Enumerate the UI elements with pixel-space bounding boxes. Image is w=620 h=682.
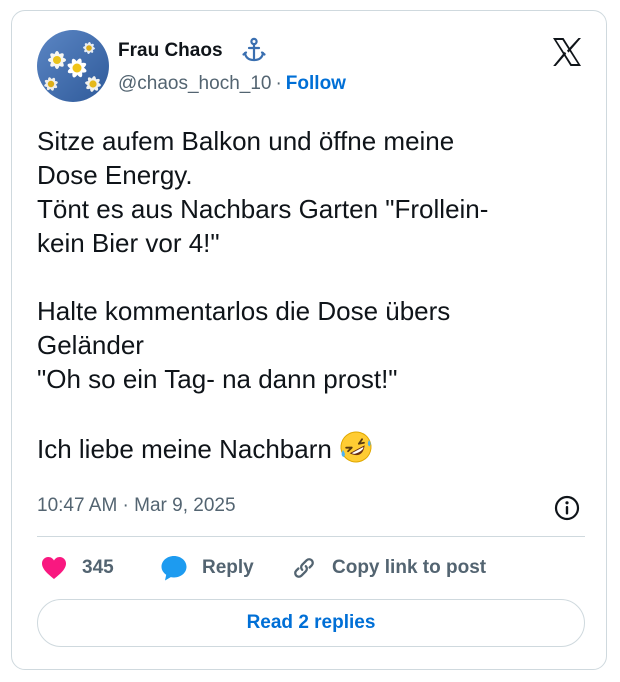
display-name[interactable]: Frau Chaos bbox=[118, 39, 223, 63]
x-logo-icon[interactable] bbox=[550, 35, 584, 69]
separator: · bbox=[275, 73, 282, 94]
tweet-text: Sitze aufem Balkon und öffne meine Dose … bbox=[37, 124, 582, 466]
handle[interactable]: @chaos_hoch_10 bbox=[118, 73, 271, 94]
like-count: 345 bbox=[82, 557, 114, 578]
read-replies-button[interactable]: Read 2 replies bbox=[37, 599, 585, 647]
handle-row: @chaos_hoch_10 · Follow bbox=[118, 72, 346, 96]
tweet-body: Sitze aufem Balkon und öffne meine Dose … bbox=[37, 126, 489, 464]
anchor-icon bbox=[242, 37, 266, 62]
info-icon[interactable] bbox=[553, 494, 581, 522]
heart-icon bbox=[42, 557, 66, 579]
timestamp[interactable]: 10:47 AM · Mar 9, 2025 bbox=[37, 494, 236, 518]
link-icon bbox=[294, 558, 314, 578]
avatar[interactable] bbox=[37, 30, 109, 102]
like-button[interactable]: 345 bbox=[40, 553, 114, 583]
reply-label: Reply bbox=[202, 557, 254, 578]
speech-bubble-icon bbox=[161, 556, 187, 581]
copy-link-button[interactable]: Copy link to post bbox=[290, 553, 486, 583]
rolling-on-the-floor-laughing-emoji-icon bbox=[340, 431, 372, 463]
reply-button[interactable]: Reply bbox=[160, 553, 254, 583]
copy-link-label: Copy link to post bbox=[332, 557, 487, 578]
divider bbox=[37, 536, 585, 537]
follow-button[interactable]: Follow bbox=[286, 73, 346, 94]
tweet-card: Frau Chaos @chaos_hoch_10 · Follow Sitze a… bbox=[11, 10, 607, 670]
